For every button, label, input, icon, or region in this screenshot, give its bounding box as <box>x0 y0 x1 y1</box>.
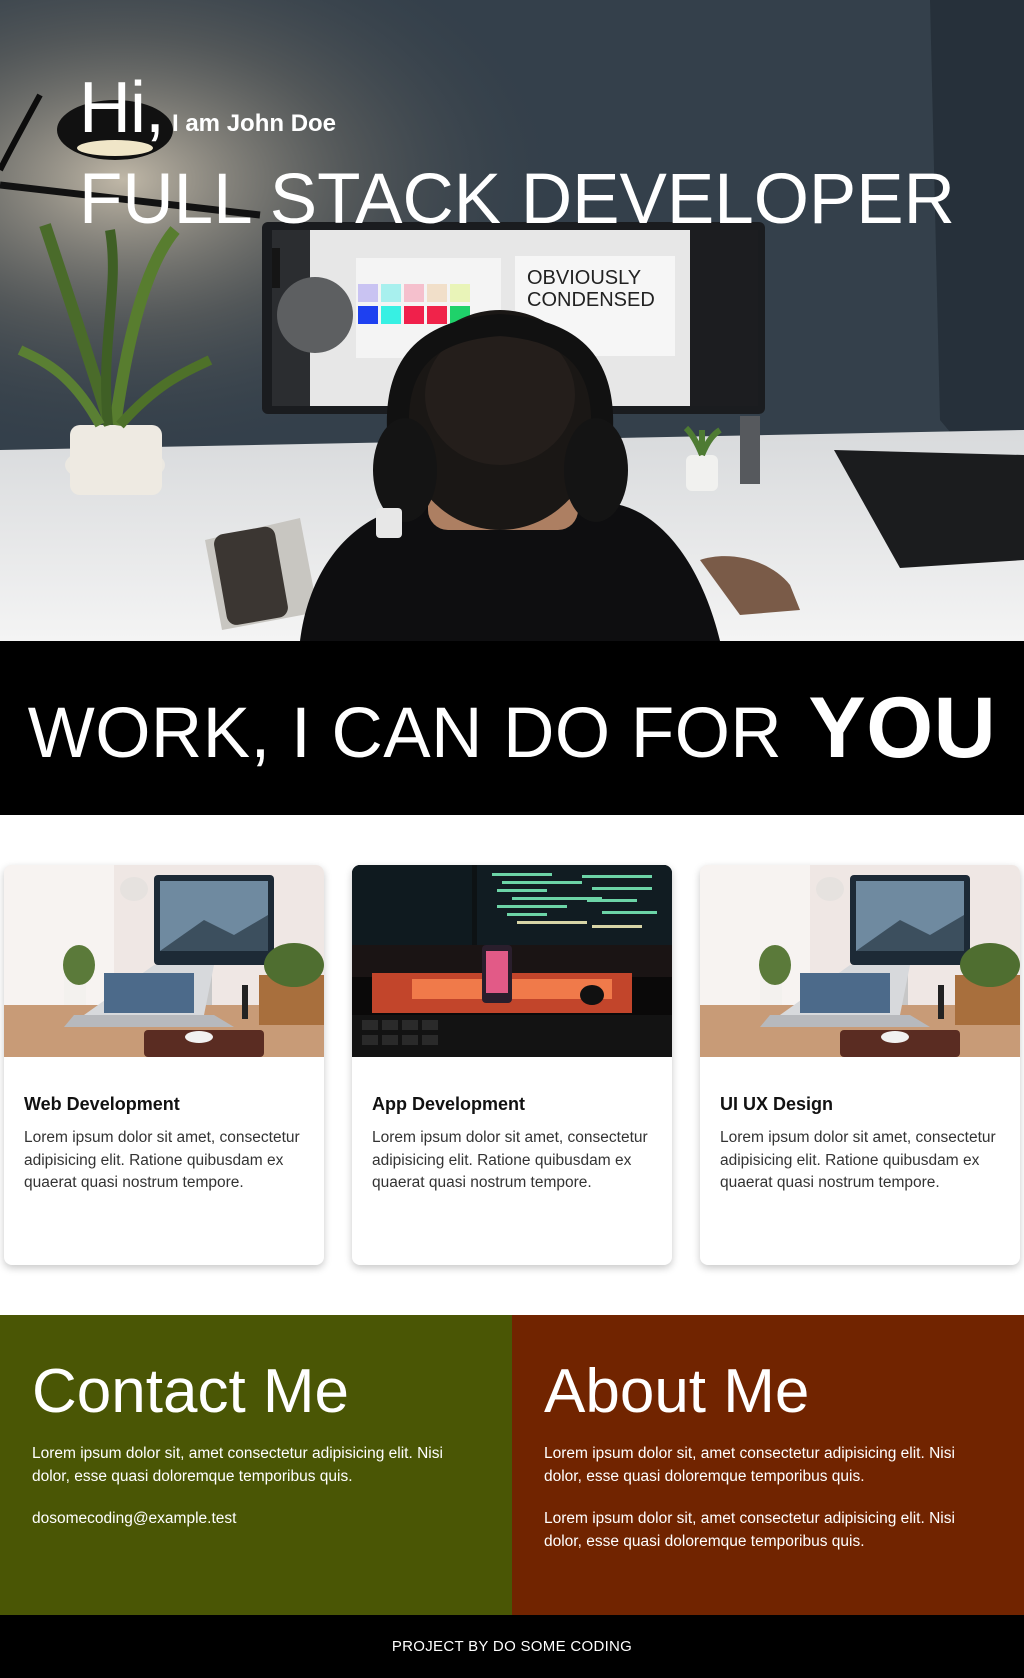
contact-heading: Contact Me <box>32 1357 350 1426</box>
contact-text: Lorem ipsum dolor sit, amet consectetur … <box>32 1445 443 1485</box>
card-text: Lorem ipsum dolor sit amet, consectetur … <box>372 1129 648 1191</box>
services-cards: Web Development Lorem ipsum dolor sit am… <box>0 815 1024 1315</box>
hero-greeting-row: Hi, I am John Doe <box>79 72 955 144</box>
about-text-2: Lorem ipsum dolor sit, amet consectetur … <box>544 1510 955 1550</box>
banner-text: WORK, I CAN DO FOR <box>27 693 783 773</box>
service-card-uiux: UI UX Design Lorem ipsum dolor sit amet,… <box>700 865 1020 1265</box>
hero-greeting: Hi, <box>79 68 165 148</box>
about-heading: About Me <box>544 1357 810 1426</box>
card-text: Lorem ipsum dolor sit amet, consectetur … <box>24 1129 300 1191</box>
card-title: UI UX Design <box>720 1094 834 1114</box>
card-title: Web Development <box>24 1094 180 1114</box>
screen-text-2: CONDENSED <box>527 289 655 311</box>
web-development-image <box>4 865 324 1057</box>
app-development-image <box>352 865 672 1057</box>
hero-text: Hi, I am John Doe FULL STACK DEVELOPER <box>79 72 955 238</box>
ui-ux-design-image <box>700 865 1020 1057</box>
contact-panel: Contact Me Lorem ipsum dolor sit, amet c… <box>0 1315 512 1615</box>
screen-text-1: OBVIOUSLY <box>527 267 641 289</box>
service-card-app: App Development Lorem ipsum dolor sit am… <box>352 865 672 1265</box>
footer: PROJECT BY DO SOME CODING <box>0 1615 1024 1678</box>
banner-emphasis: YOU <box>808 679 997 776</box>
hero-name: I am John Doe <box>172 110 337 137</box>
card-title: App Development <box>372 1094 526 1114</box>
card-text: Lorem ipsum dolor sit amet, consectetur … <box>720 1129 996 1191</box>
about-panel: About Me Lorem ipsum dolor sit, amet con… <box>512 1315 1024 1615</box>
hero-title: FULL STACK DEVELOPER <box>79 160 955 239</box>
banner-heading: WORK, I CAN DO FOR YOU <box>28 679 997 778</box>
contact-email[interactable]: dosomecoding@example.test <box>32 1508 480 1531</box>
about-text-1: Lorem ipsum dolor sit, amet consectetur … <box>544 1445 955 1485</box>
services-banner: WORK, I CAN DO FOR YOU <box>0 641 1024 815</box>
info-panels: Contact Me Lorem ipsum dolor sit, amet c… <box>0 1315 1024 1615</box>
service-card-web: Web Development Lorem ipsum dolor sit am… <box>4 865 324 1265</box>
hero-section: OBVIOUSLY CONDENSED Hi, I am John Doe FU… <box>0 0 1024 641</box>
footer-text: PROJECT BY DO SOME CODING <box>391 1638 633 1655</box>
